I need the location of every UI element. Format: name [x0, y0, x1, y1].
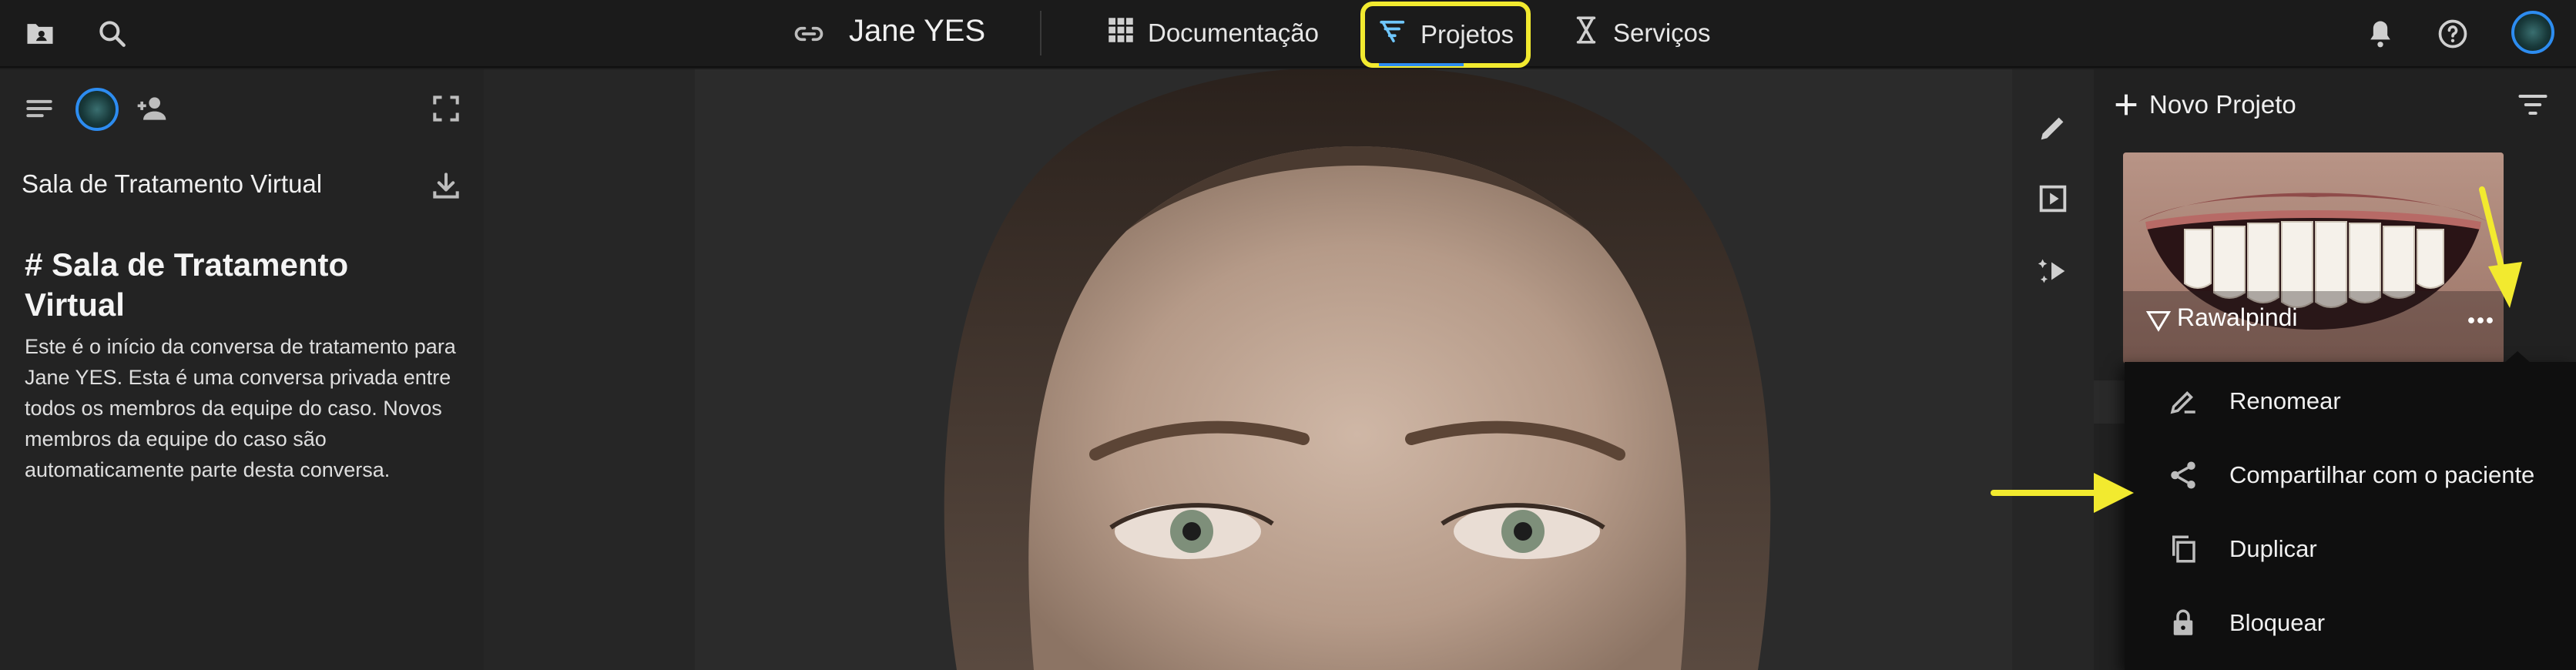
projects-filter-icon — [1377, 15, 1410, 54]
menu-icon[interactable] — [20, 89, 59, 128]
bell-icon[interactable] — [2362, 15, 2399, 52]
project-name: Rawalpindi — [2177, 303, 2298, 331]
new-project-button[interactable]: Novo Projeto — [2111, 85, 2296, 125]
room-title: Sala de Tratamento Virtual — [22, 169, 323, 198]
rename-pencil-icon — [2166, 384, 2200, 418]
plus-icon — [2115, 94, 2137, 116]
top-bar: Jane YES Documentação Projetos Serviços — [0, 0, 2576, 68]
filter-icon[interactable] — [2513, 85, 2553, 125]
project-context-menu: Renomear Compartilhar com o paciente Dup… — [2125, 351, 2576, 670]
grid-icon — [1105, 14, 1137, 52]
more-options-icon[interactable] — [2464, 305, 2497, 336]
help-icon[interactable] — [2434, 15, 2471, 52]
share-icon — [2166, 458, 2200, 492]
menu-item-label: Compartilhar com o paciente — [2229, 461, 2535, 488]
menu-item-rename[interactable]: Renomear — [2125, 367, 2576, 436]
virtual-room-panel: Sala de Tratamento Virtual # Sala de Tra… — [0, 69, 484, 670]
viewer-area — [484, 69, 2094, 670]
room-description: Este é o início da conversa de tratament… — [25, 335, 456, 481]
user-avatar[interactable] — [2511, 11, 2554, 54]
project-type-icon — [2145, 311, 2172, 332]
tab-label: Serviços — [1613, 18, 1711, 47]
download-icon[interactable] — [427, 166, 465, 205]
patient-folder-icon[interactable] — [22, 15, 59, 52]
menu-item-label: Duplicar — [2229, 535, 2317, 562]
add-person-icon[interactable] — [132, 89, 171, 128]
tab-documentacao[interactable]: Documentação — [1092, 8, 1331, 59]
pencil-icon[interactable] — [2033, 108, 2073, 148]
tab-servicos[interactable]: Serviços — [1558, 8, 1723, 59]
search-icon[interactable] — [94, 15, 131, 52]
menu-pointer — [2504, 351, 2531, 363]
case-title: Jane YES — [849, 14, 986, 48]
patient-face-photo — [695, 69, 2020, 670]
project-card[interactable]: Rawalpindi — [2123, 152, 2504, 363]
sparkle-play-icon[interactable] — [2033, 251, 2073, 291]
member-avatar[interactable] — [75, 88, 119, 131]
menu-item-duplicate[interactable]: Duplicar — [2125, 514, 2576, 584]
divider — [1040, 11, 1041, 55]
new-project-label: Novo Projeto — [2149, 90, 2296, 119]
tab-label: Documentação — [1148, 18, 1319, 47]
tab-projetos[interactable]: Projetos — [1360, 2, 1531, 68]
menu-item-label: Renomear — [2229, 387, 2341, 414]
fullscreen-icon[interactable] — [427, 89, 465, 128]
menu-item-share-with-patient[interactable]: Compartilhar com o paciente — [2125, 441, 2576, 510]
lock-icon — [2166, 606, 2200, 640]
viewer-tools — [2012, 69, 2094, 670]
active-tab-indicator — [1379, 63, 1464, 66]
hourglass-icon — [1570, 14, 1602, 52]
menu-item-label: Bloquear — [2229, 609, 2326, 636]
copy-icon — [2166, 532, 2200, 566]
menu-item-lock[interactable]: Bloquear — [2125, 588, 2576, 658]
room-heading: # Sala de Tratamento Virtual — [25, 246, 349, 323]
link-icon[interactable] — [789, 14, 829, 54]
tab-label: Projetos — [1420, 20, 1514, 49]
play-box-icon[interactable] — [2033, 179, 2073, 219]
